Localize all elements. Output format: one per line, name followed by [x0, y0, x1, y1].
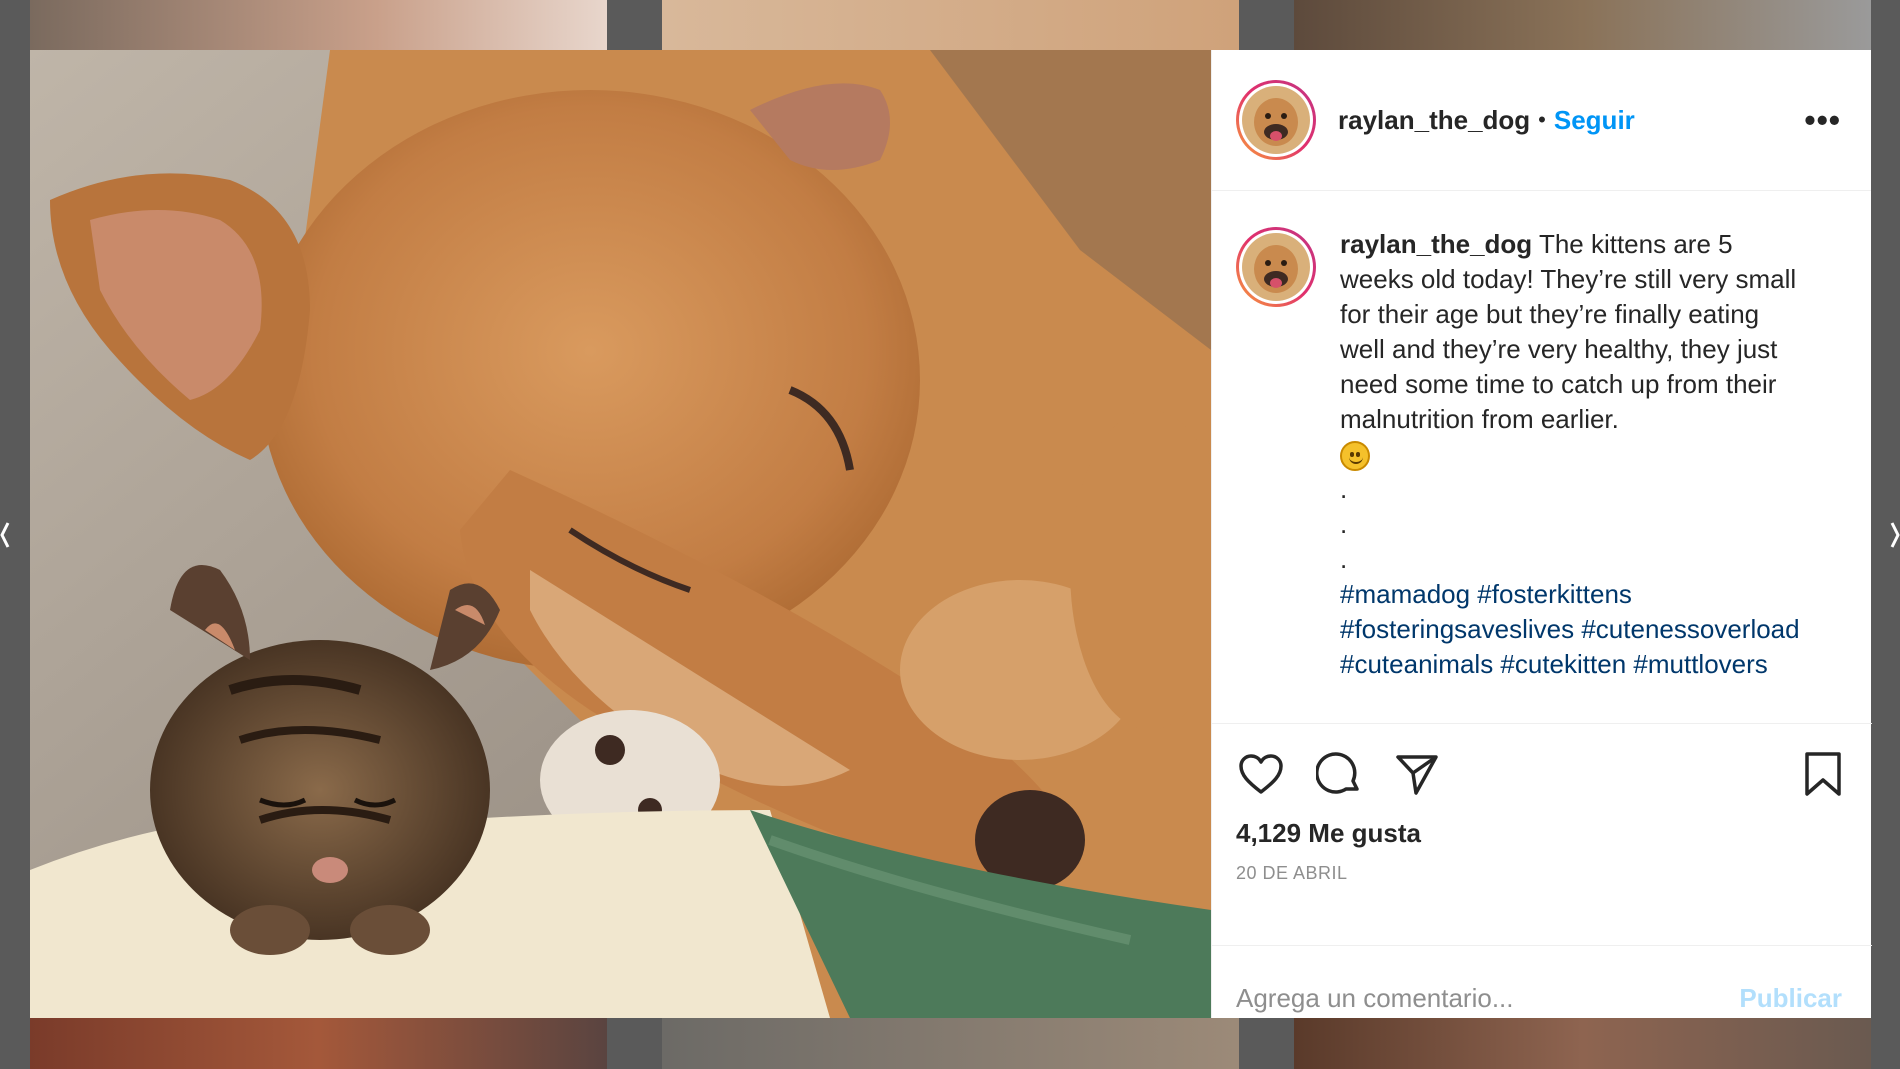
send-icon	[1396, 755, 1438, 795]
separator-dot: •	[1538, 107, 1546, 132]
caption-username[interactable]: raylan_the_dog	[1340, 229, 1532, 259]
caption-avatar[interactable]	[1236, 227, 1316, 307]
caption: raylan_the_dog The kittens are 5 weeks o…	[1340, 227, 1810, 723]
add-comment-bar: Publicar	[1212, 945, 1872, 1018]
background-thumbnail-bottom-left[interactable]	[30, 1018, 607, 1069]
publish-button[interactable]: Publicar	[1739, 983, 1842, 1014]
like-button[interactable]	[1236, 749, 1286, 799]
more-options-icon[interactable]: •••	[1804, 104, 1841, 136]
next-post-arrow-icon[interactable]	[1886, 515, 1900, 555]
post-photo[interactable]	[30, 50, 1211, 1018]
save-button[interactable]	[1798, 749, 1848, 799]
caption-text: The kittens are 5 weeks old today! They’…	[1340, 229, 1797, 434]
comments-section: raylan_the_dog The kittens are 5 weeks o…	[1212, 191, 1872, 723]
post-username[interactable]: raylan_the_dog	[1338, 105, 1530, 136]
caption-dot-3: .	[1340, 544, 1348, 574]
likes-count[interactable]: 4,129 Me gusta	[1236, 818, 1848, 849]
heart-icon	[1239, 754, 1283, 794]
previous-post-arrow-icon[interactable]	[0, 515, 14, 555]
post-modal: raylan_the_dog • Seguir ••• raylan_the_d…	[30, 50, 1872, 1018]
background-thumbnail-top-left[interactable]	[30, 0, 607, 50]
comment-icon	[1316, 752, 1359, 794]
background-thumbnail-top-center[interactable]	[662, 0, 1239, 50]
comment-button[interactable]	[1314, 749, 1364, 799]
post-side-panel: raylan_the_dog • Seguir ••• raylan_the_d…	[1211, 50, 1872, 1018]
share-button[interactable]	[1392, 749, 1442, 799]
comment-input[interactable]	[1236, 982, 1740, 1014]
caption-dot-2: .	[1340, 509, 1348, 539]
background-thumbnail-top-right[interactable]	[1294, 0, 1871, 50]
caption-hashtags[interactable]: #mamadog #fosterkittens #fosteringsavesl…	[1340, 577, 1810, 682]
background-thumbnail-bottom-center[interactable]	[662, 1018, 1239, 1069]
avatar[interactable]	[1236, 80, 1316, 160]
comments-scrollbar[interactable]	[1861, 191, 1871, 341]
post-date[interactable]: 20 DE ABRIL	[1236, 863, 1848, 884]
smiling-face-emoji-icon	[1340, 441, 1370, 472]
follow-button[interactable]: Seguir	[1554, 105, 1635, 136]
post-header: raylan_the_dog • Seguir •••	[1212, 50, 1871, 191]
bookmark-icon	[1805, 752, 1841, 796]
caption-dot-1: .	[1340, 474, 1348, 504]
post-actions: 4,129 Me gusta 20 DE ABRIL	[1212, 723, 1872, 960]
